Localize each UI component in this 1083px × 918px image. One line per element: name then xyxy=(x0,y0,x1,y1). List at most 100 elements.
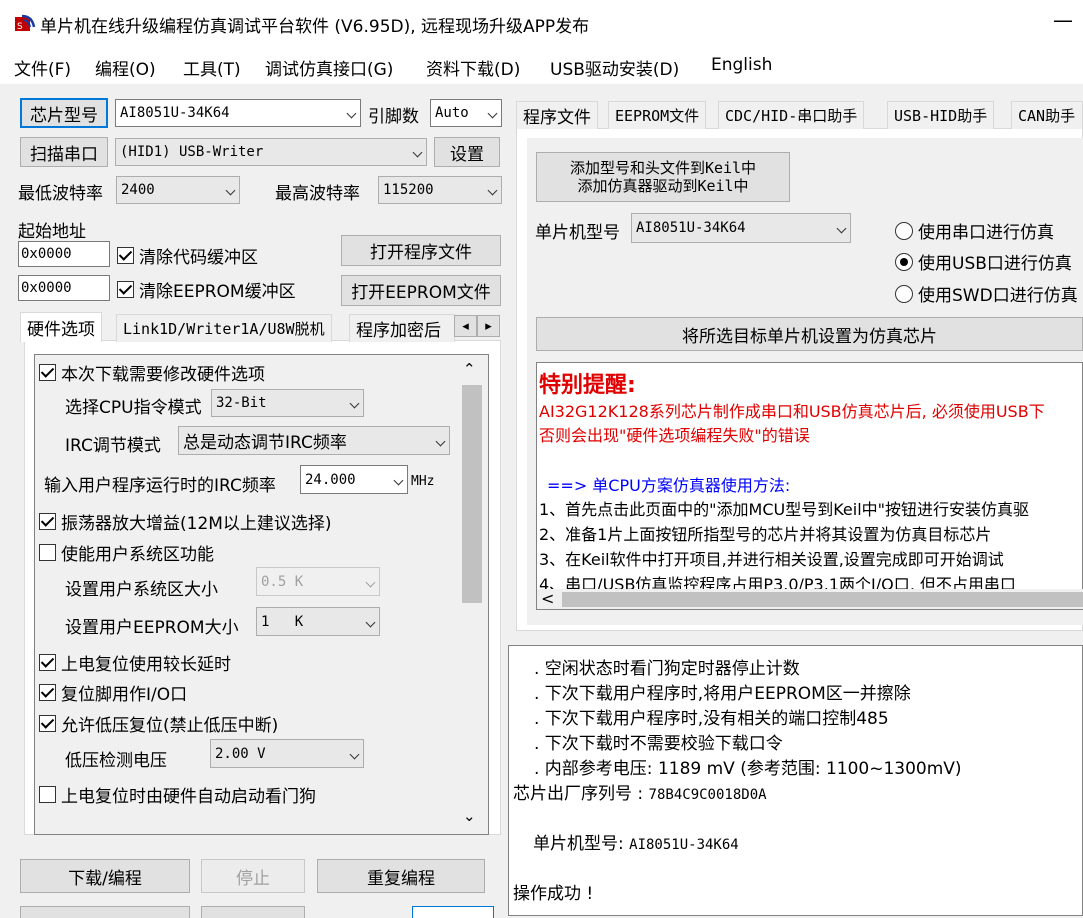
user-system-area-checkbox[interactable]: 使能用户系统区功能 xyxy=(39,540,214,565)
menu-file[interactable]: 文件(F) xyxy=(14,55,71,80)
user-eeprom-size-select[interactable]: 1 K xyxy=(256,607,380,636)
note-warning-line1: AI32G12K128系列芯片制作成串口和USB仿真芯片后, 必须使用USB下 xyxy=(539,402,1045,421)
tab-offline-writer-label: Link1D/Writer1A/U8W脱机 xyxy=(123,320,325,338)
cpu-mode-select[interactable]: 32-Bit xyxy=(211,389,364,417)
pins-value: Auto xyxy=(435,105,469,121)
cutoff-button[interactable] xyxy=(20,906,190,918)
lvd-voltage-select[interactable]: 2.00 V xyxy=(210,739,364,768)
log-serial-number: 芯片出厂序列号 : 78B4C9C0018D0A xyxy=(513,779,767,804)
irc-frequency-unit: MHz xyxy=(411,474,435,489)
port-select[interactable]: (HID1) USB-Writer xyxy=(115,138,427,166)
wdt-auto-start-checkbox[interactable]: 上电复位时由硬件自动启动看门狗 xyxy=(39,782,316,807)
minimize-button[interactable]: — xyxy=(1053,8,1073,32)
tab-hardware-options[interactable]: 硬件选项 xyxy=(20,312,102,342)
scroll-up-icon[interactable]: ⌃ xyxy=(463,360,476,378)
tab-can-helper[interactable]: CAN助手 xyxy=(1011,101,1083,129)
reset-pin-io-checkbox[interactable]: 复位脚用作I/O口 xyxy=(39,680,187,705)
pins-select[interactable]: Auto xyxy=(430,99,502,127)
menu-downloads[interactable]: 资料下载(D) xyxy=(426,55,520,80)
radio-dot xyxy=(895,221,913,240)
tab-usb-hid-helper[interactable]: USB-HID助手 xyxy=(887,101,995,129)
note-step: 2、准备1片上面按钮所指型号的芯片并将其设置为仿真目标芯片 xyxy=(539,525,992,544)
menu-usb-driver[interactable]: USB驱动安装(D) xyxy=(550,55,679,80)
clear-eeprom-buffer-checkbox[interactable]: 清除EEPROM缓冲区 xyxy=(117,277,296,302)
max-baud-select[interactable]: 115200 xyxy=(378,176,502,204)
chevron-down-icon xyxy=(483,183,501,197)
scroll-down-icon[interactable]: ⌄ xyxy=(463,807,476,825)
stop-button[interactable]: 停止 xyxy=(201,859,305,893)
tab-scroll-right-button[interactable]: ▸ xyxy=(477,315,500,337)
note-step: 1、首先点击此页面中的"添加MCU型号到Keil中"按钮进行安装仿真驱 xyxy=(539,500,1030,519)
tab-serial-helper[interactable]: CDC/HID-串口助手 xyxy=(718,101,865,129)
checkbox-box xyxy=(117,247,134,264)
tab-program-file[interactable]: 程序文件 xyxy=(516,101,598,129)
chip-model-select[interactable]: AI8051U-34K64 xyxy=(115,99,361,127)
cutoff-button[interactable] xyxy=(201,906,305,918)
min-baud-label: 最低波特率 xyxy=(18,184,103,204)
radio-swd-emulation[interactable]: 使用SWD口进行仿真 xyxy=(895,281,1078,306)
scan-port-button[interactable]: 扫描串口 xyxy=(20,137,108,167)
irc-mode-label: IRC调节模式 xyxy=(65,436,161,456)
user-system-area-label: 使能用户系统区功能 xyxy=(61,545,214,565)
code-start-address-input[interactable]: 0x0000 xyxy=(18,241,110,267)
note-warning-line2: 否则会出现"硬件选项编程失败"的错误 xyxy=(539,426,810,445)
note-step: 3、在Keil软件中打开项目,并进行相关设置,设置完成即可开始调试 xyxy=(539,550,1004,569)
chevron-down-icon xyxy=(389,473,407,487)
chip-model-button[interactable]: 芯片型号 xyxy=(20,98,108,128)
max-baud-value: 115200 xyxy=(383,182,434,198)
menu-bar: 文件(F) 编程(O) 工具(T) 调试仿真接口(G) 资料下载(D) USB驱… xyxy=(0,48,1083,84)
chevron-down-icon xyxy=(221,183,239,197)
log-line: . 下次下载用户程序时,将用户EEPROM区一并擦除 xyxy=(534,684,911,704)
radio-usb-emulation[interactable]: 使用USB口进行仿真 xyxy=(895,249,1072,274)
cutoff-input[interactable] xyxy=(412,906,494,918)
chevron-down-icon xyxy=(361,575,379,589)
user-system-size-value: 0.5 K xyxy=(261,573,304,590)
open-program-file-button[interactable]: 打开程序文件 xyxy=(341,235,501,266)
irc-frequency-input[interactable]: 24.000 xyxy=(300,465,408,494)
open-eeprom-file-button[interactable]: 打开EEPROM文件 xyxy=(341,275,501,306)
chevron-down-icon xyxy=(345,747,363,761)
chevron-down-icon xyxy=(431,434,449,448)
max-baud-label: 最高波特率 xyxy=(275,184,360,204)
port-settings-button[interactable]: 设置 xyxy=(434,137,500,167)
low-voltage-reset-checkbox[interactable]: 允许低压复位(禁止低压中断) xyxy=(39,711,278,736)
menu-tools[interactable]: 工具(T) xyxy=(183,55,241,80)
start-address-label: 起始地址 xyxy=(18,222,86,242)
chevron-down-icon xyxy=(408,145,426,159)
checkbox-box xyxy=(39,364,56,381)
title-bar: S 单片机在线升级编程仿真调试平台软件 (V6.95D), 远程现场升级APP发… xyxy=(0,0,1083,48)
min-baud-select[interactable]: 2400 xyxy=(116,176,240,204)
menu-english[interactable]: English xyxy=(711,55,772,75)
download-program-button[interactable]: 下载/编程 xyxy=(20,859,190,893)
osc-gain-checkbox[interactable]: 振荡器放大增益(12M以上建议选择) xyxy=(39,509,332,534)
pins-label: 引脚数 xyxy=(368,107,419,127)
checkbox-box xyxy=(39,715,56,732)
user-system-size-select[interactable]: 0.5 K xyxy=(256,567,380,596)
add-to-keil-button[interactable]: 添加型号和头文件到Keil中 添加仿真器驱动到Keil中 xyxy=(536,152,790,202)
irc-frequency-label: 输入用户程序运行时的IRC频率 xyxy=(44,476,276,496)
emulator-notes: 特别提醒: AI32G12K128系列芯片制作成串口和USB仿真芯片后, 必须使… xyxy=(536,362,1083,610)
menu-debug-interface[interactable]: 调试仿真接口(G) xyxy=(265,55,393,80)
tab-offline-writer[interactable]: Link1D/Writer1A/U8W脱机 xyxy=(116,314,332,342)
log-line: . 下次下载用户程序时,没有相关的端口控制485 xyxy=(534,709,889,729)
clear-code-buffer-checkbox[interactable]: 清除代码缓冲区 xyxy=(117,243,258,268)
menu-program[interactable]: 编程(O) xyxy=(95,55,156,80)
checkbox-box xyxy=(39,786,56,803)
log-line: . 内部参考电压: 1189 mV (参考范围: 1100~1300mV) xyxy=(534,759,962,779)
log-serial-label: 芯片出厂序列号 : xyxy=(513,784,649,804)
tab-scroll-left-button[interactable]: ◂ xyxy=(454,315,477,337)
log-mcu-model: 单片机型号: AI8051U-34K64 xyxy=(533,829,739,854)
eeprom-start-address-input[interactable]: 0x0000 xyxy=(18,275,110,301)
long-reset-delay-checkbox[interactable]: 上电复位使用较长延时 xyxy=(39,650,231,675)
notes-scrollbar-thumb[interactable] xyxy=(562,592,1083,607)
set-emulation-chip-button[interactable]: 将所选目标单片机设置为仿真芯片 xyxy=(536,317,1083,351)
tab-program-encryption[interactable]: 程序加密后 xyxy=(349,314,455,342)
mcu-model-select[interactable]: AI8051U-34K64 xyxy=(631,213,851,243)
radio-serial-emulation[interactable]: 使用串口进行仿真 xyxy=(895,218,1054,243)
irc-mode-select[interactable]: 总是动态调节IRC频率 xyxy=(178,426,450,455)
options-scrollbar-thumb[interactable] xyxy=(462,385,482,603)
scroll-left-icon[interactable]: < xyxy=(541,589,554,608)
tab-eeprom-file[interactable]: EEPROM文件 xyxy=(608,101,707,129)
repeat-program-button[interactable]: 重复编程 xyxy=(317,859,485,893)
modify-hw-options-checkbox[interactable]: 本次下载需要修改硬件选项 xyxy=(39,360,265,385)
